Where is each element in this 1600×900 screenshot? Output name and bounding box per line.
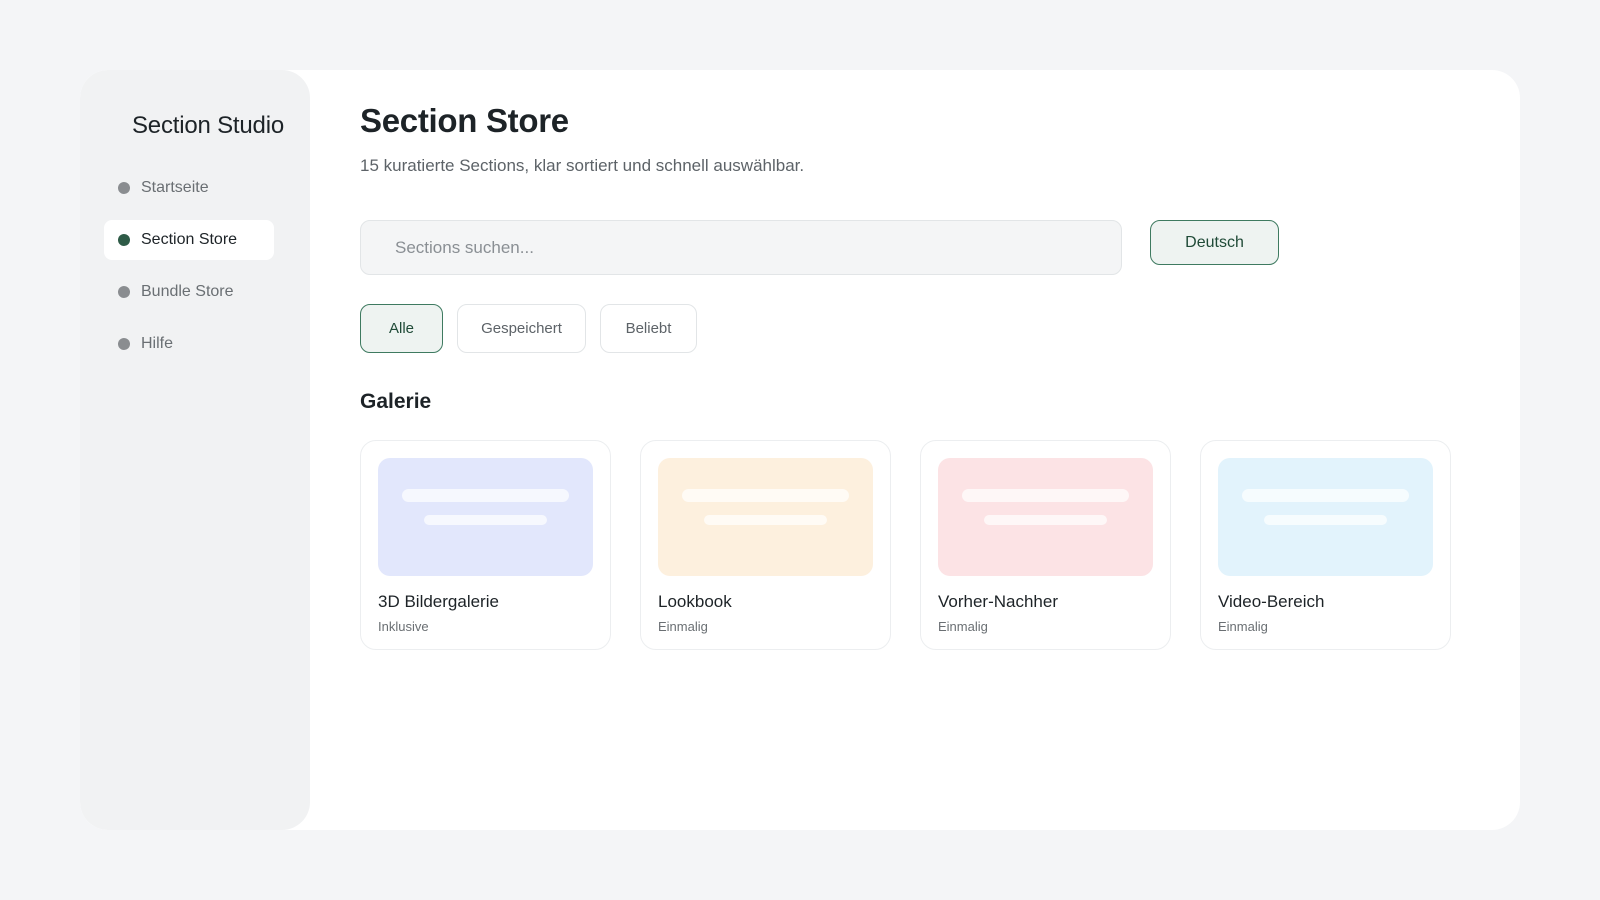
sidebar-item-bundle-store[interactable]: Bundle Store xyxy=(104,272,274,312)
nav-dot-icon xyxy=(118,286,130,298)
brand-title: Section Studio xyxy=(132,112,284,139)
search-box[interactable] xyxy=(360,220,1122,275)
sidebar-item-label: Hilfe xyxy=(141,335,174,352)
sidebar-item-label: Bundle Store xyxy=(141,283,234,300)
section-card[interactable]: Vorher-Nachher Einmalig xyxy=(920,440,1171,650)
card-price-type: Einmalig xyxy=(658,619,708,634)
sidebar-item-label: Startseite xyxy=(141,179,209,196)
sidebar-item-label: Section Store xyxy=(141,231,238,248)
section-cards: 3D Bildergalerie Inklusive Lookbook Einm… xyxy=(360,440,1451,650)
section-card[interactable]: Video-Bereich Einmalig xyxy=(1200,440,1451,650)
sidebar-nav: Startseite Section Store Bundle Store Hi… xyxy=(104,168,274,376)
nav-dot-icon xyxy=(118,338,130,350)
search-input[interactable] xyxy=(395,237,1095,258)
filter-chip-beliebt[interactable]: Beliebt xyxy=(600,304,697,353)
thumbnail-line xyxy=(402,489,569,502)
thumbnail-line xyxy=(1264,515,1387,525)
card-price-type: Einmalig xyxy=(938,619,988,634)
sidebar-item-hilfe[interactable]: Hilfe xyxy=(104,324,274,364)
card-thumbnail xyxy=(378,458,593,576)
card-thumbnail xyxy=(1218,458,1433,576)
app-window: Section Studio Startseite Section Store … xyxy=(80,70,1520,830)
nav-dot-icon xyxy=(118,182,130,194)
thumbnail-line xyxy=(424,515,547,525)
thumbnail-line xyxy=(962,489,1129,502)
filter-chip-alle[interactable]: Alle xyxy=(360,304,443,353)
nav-dot-icon xyxy=(118,234,130,246)
section-card[interactable]: 3D Bildergalerie Inklusive xyxy=(360,440,611,650)
filter-chips: Alle Gespeichert Beliebt xyxy=(360,304,711,353)
card-title: Vorher-Nachher xyxy=(938,592,1059,611)
section-card[interactable]: Lookbook Einmalig xyxy=(640,440,891,650)
sidebar: Section Studio Startseite Section Store … xyxy=(80,70,310,830)
filter-chip-gespeichert[interactable]: Gespeichert xyxy=(457,304,586,353)
sidebar-item-startseite[interactable]: Startseite xyxy=(104,168,274,208)
card-price-type: Einmalig xyxy=(1218,619,1268,634)
thumbnail-line xyxy=(682,489,849,502)
thumbnail-line xyxy=(1242,489,1409,502)
section-heading: Galerie xyxy=(360,390,432,413)
card-title: Lookbook xyxy=(658,592,732,611)
thumbnail-line xyxy=(984,515,1107,525)
card-price-type: Inklusive xyxy=(378,619,429,634)
page-subtitle: 15 kuratierte Sections, klar sortiert un… xyxy=(360,156,805,175)
sidebar-item-section-store[interactable]: Section Store xyxy=(104,220,274,260)
card-title: 3D Bildergalerie xyxy=(378,592,499,611)
thumbnail-line xyxy=(704,515,827,525)
card-title: Video-Bereich xyxy=(1218,592,1325,611)
card-thumbnail xyxy=(938,458,1153,576)
page-title: Section Store xyxy=(360,102,569,139)
card-thumbnail xyxy=(658,458,873,576)
language-button[interactable]: Deutsch xyxy=(1150,220,1279,265)
main-content: Section Store 15 kuratierte Sections, kl… xyxy=(360,70,1480,830)
